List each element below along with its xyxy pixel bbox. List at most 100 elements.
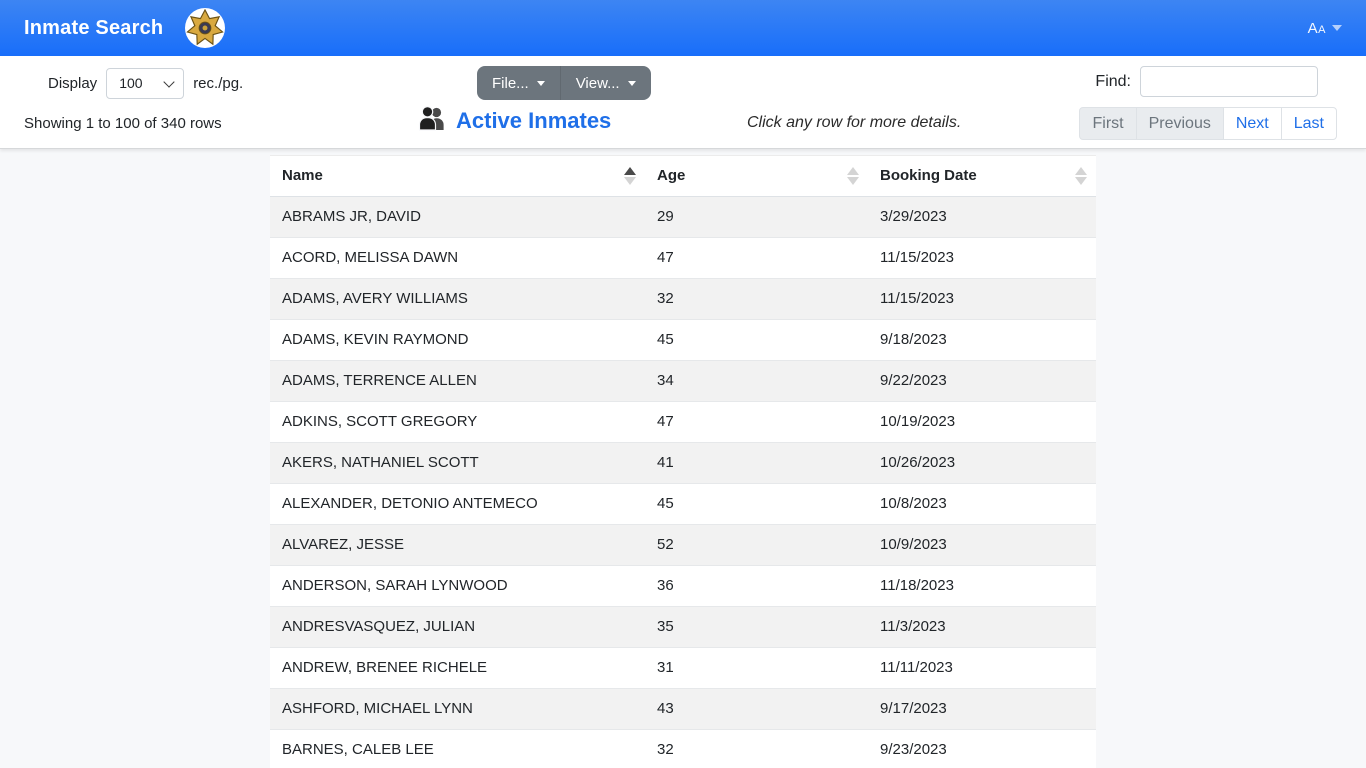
cell-age: 34 <box>645 360 868 402</box>
cell-booking-date: 11/18/2023 <box>868 565 1096 607</box>
table-row[interactable]: ACORD, MELISSA DAWN 47 11/15/2023 <box>270 237 1096 279</box>
cell-age: 47 <box>645 237 868 279</box>
table-row[interactable]: ANDRESVASQUEZ, JULIAN 35 11/3/2023 <box>270 606 1096 648</box>
table-row[interactable]: AKERS, NATHANIEL SCOTT 41 10/26/2023 <box>270 442 1096 484</box>
table-row[interactable]: ANDERSON, SARAH LYNWOOD 36 11/18/2023 <box>270 565 1096 607</box>
font-size-label: Aa <box>1307 19 1326 37</box>
table-row[interactable]: ADAMS, TERRENCE ALLEN 34 9/22/2023 <box>270 360 1096 402</box>
cell-age: 32 <box>645 729 868 768</box>
view-button-label: View... <box>575 74 620 92</box>
sort-icon <box>1075 166 1087 185</box>
cell-booking-date: 3/29/2023 <box>868 196 1096 238</box>
column-header-name[interactable]: Name <box>270 156 645 197</box>
cell-name: ANDREW, BRENEE RICHELE <box>270 647 645 689</box>
table-row[interactable]: ALEXANDER, DETONIO ANTEMECO 45 10/8/2023 <box>270 483 1096 525</box>
inmate-table: Name Age Booking Date ABRAMS JR, DAVID 2… <box>270 156 1096 768</box>
cell-name: ALVAREZ, JESSE <box>270 524 645 566</box>
records-per-page-label: rec./pg. <box>193 74 244 92</box>
file-button[interactable]: File... <box>477 66 560 100</box>
table-header-row: Name Age Booking Date <box>270 156 1096 197</box>
people-icon <box>418 105 446 136</box>
cell-name: ANDERSON, SARAH LYNWOOD <box>270 565 645 607</box>
chevron-down-icon <box>1332 25 1342 31</box>
find-group: Find: <box>1095 66 1318 97</box>
cell-name: AKERS, NATHANIEL SCOTT <box>270 442 645 484</box>
page-size-select-wrap: 100 <box>106 67 185 99</box>
app-title: Inmate Search <box>24 16 164 39</box>
row-details-hint: Click any row for more details. <box>747 114 962 131</box>
cell-age: 36 <box>645 565 868 607</box>
cell-name: BARNES, CALEB LEE <box>270 729 645 768</box>
cell-name: ASHFORD, MICHAEL LYNN <box>270 688 645 730</box>
cell-booking-date: 10/8/2023 <box>868 483 1096 525</box>
sheriff-badge-icon <box>185 8 226 48</box>
column-label: Age <box>657 167 686 185</box>
cell-name: ALEXANDER, DETONIO ANTEMECO <box>270 483 645 525</box>
table-row[interactable]: ABRAMS JR, DAVID 29 3/29/2023 <box>270 196 1096 238</box>
table-row[interactable]: ADAMS, KEVIN RAYMOND 45 9/18/2023 <box>270 319 1096 361</box>
column-label: Booking Date <box>880 167 977 185</box>
cell-booking-date: 11/11/2023 <box>868 647 1096 689</box>
cell-age: 32 <box>645 278 868 320</box>
chevron-down-icon <box>536 80 545 86</box>
cell-age: 52 <box>645 524 868 566</box>
cell-age: 45 <box>645 319 868 361</box>
cell-name: ACORD, MELISSA DAWN <box>270 237 645 279</box>
table-row[interactable]: ANDREW, BRENEE RICHELE 31 11/11/2023 <box>270 647 1096 689</box>
cell-booking-date: 10/26/2023 <box>868 442 1096 484</box>
cell-name: ADAMS, TERRENCE ALLEN <box>270 360 645 402</box>
pagination-last-button[interactable]: Last <box>1280 107 1337 140</box>
cell-booking-date: 10/19/2023 <box>868 401 1096 443</box>
find-input[interactable] <box>1140 66 1318 97</box>
cell-booking-date: 9/17/2023 <box>868 688 1096 730</box>
cell-booking-date: 11/15/2023 <box>868 278 1096 320</box>
cell-age: 35 <box>645 606 868 648</box>
sort-icon <box>847 166 859 185</box>
toolbar: Display 100 rec./pg. File... View... Fin… <box>0 56 1366 149</box>
table-row[interactable]: ADAMS, AVERY WILLIAMS 32 11/15/2023 <box>270 278 1096 320</box>
cell-name: ADAMS, AVERY WILLIAMS <box>270 278 645 320</box>
file-view-button-group: File... View... <box>477 66 651 100</box>
cell-booking-date: 11/15/2023 <box>868 237 1096 279</box>
font-size-dropdown[interactable]: Aa <box>1308 20 1342 37</box>
cell-booking-date: 9/23/2023 <box>868 729 1096 768</box>
cell-name: ANDRESVASQUEZ, JULIAN <box>270 606 645 648</box>
cell-name: ADKINS, SCOTT GREGORY <box>270 401 645 443</box>
cell-name: ADAMS, KEVIN RAYMOND <box>270 319 645 361</box>
inmate-table-container: Name Age Booking Date ABRAMS JR, DAVID 2… <box>270 155 1096 768</box>
column-header-booking-date[interactable]: Booking Date <box>868 156 1096 197</box>
pagination-previous-button[interactable]: Previous <box>1135 107 1224 140</box>
cell-booking-date: 9/18/2023 <box>868 319 1096 361</box>
showing-rows-status: Showing 1 to 100 of 340 rows <box>24 115 222 132</box>
cell-name: ABRAMS JR, DAVID <box>270 196 645 238</box>
cell-booking-date: 9/22/2023 <box>868 360 1096 402</box>
cell-age: 47 <box>645 401 868 443</box>
view-button[interactable]: View... <box>559 66 651 100</box>
inmate-table-body: ABRAMS JR, DAVID 29 3/29/2023 ACORD, MEL… <box>270 196 1096 768</box>
cell-age: 41 <box>645 442 868 484</box>
cell-age: 31 <box>645 647 868 689</box>
cell-age: 29 <box>645 196 868 238</box>
column-header-age[interactable]: Age <box>645 156 868 197</box>
table-row[interactable]: ADKINS, SCOTT GREGORY 47 10/19/2023 <box>270 401 1096 443</box>
table-row[interactable]: BARNES, CALEB LEE 32 9/23/2023 <box>270 729 1096 768</box>
pagination: First Previous Next Last <box>1079 107 1337 140</box>
column-label: Name <box>282 167 323 185</box>
cell-age: 43 <box>645 688 868 730</box>
chevron-down-icon <box>627 80 636 86</box>
cell-age: 45 <box>645 483 868 525</box>
app-header: Inmate Search Aa <box>0 0 1366 56</box>
pagination-next-button[interactable]: Next <box>1222 107 1282 140</box>
cell-booking-date: 10/9/2023 <box>868 524 1096 566</box>
table-row[interactable]: ASHFORD, MICHAEL LYNN 43 9/17/2023 <box>270 688 1096 730</box>
file-button-label: File... <box>492 74 529 92</box>
page-size-select[interactable]: 100 <box>106 67 185 99</box>
pagination-first-button[interactable]: First <box>1079 107 1137 140</box>
display-label: Display <box>48 74 98 92</box>
table-row[interactable]: ALVAREZ, JESSE 52 10/9/2023 <box>270 524 1096 566</box>
sort-ascending-icon <box>624 166 636 185</box>
page-size-group: Display 100 rec./pg. <box>48 66 243 100</box>
cell-booking-date: 11/3/2023 <box>868 606 1096 648</box>
table-title: Active Inmates <box>456 107 612 133</box>
table-title-group: Active Inmates <box>418 105 611 136</box>
